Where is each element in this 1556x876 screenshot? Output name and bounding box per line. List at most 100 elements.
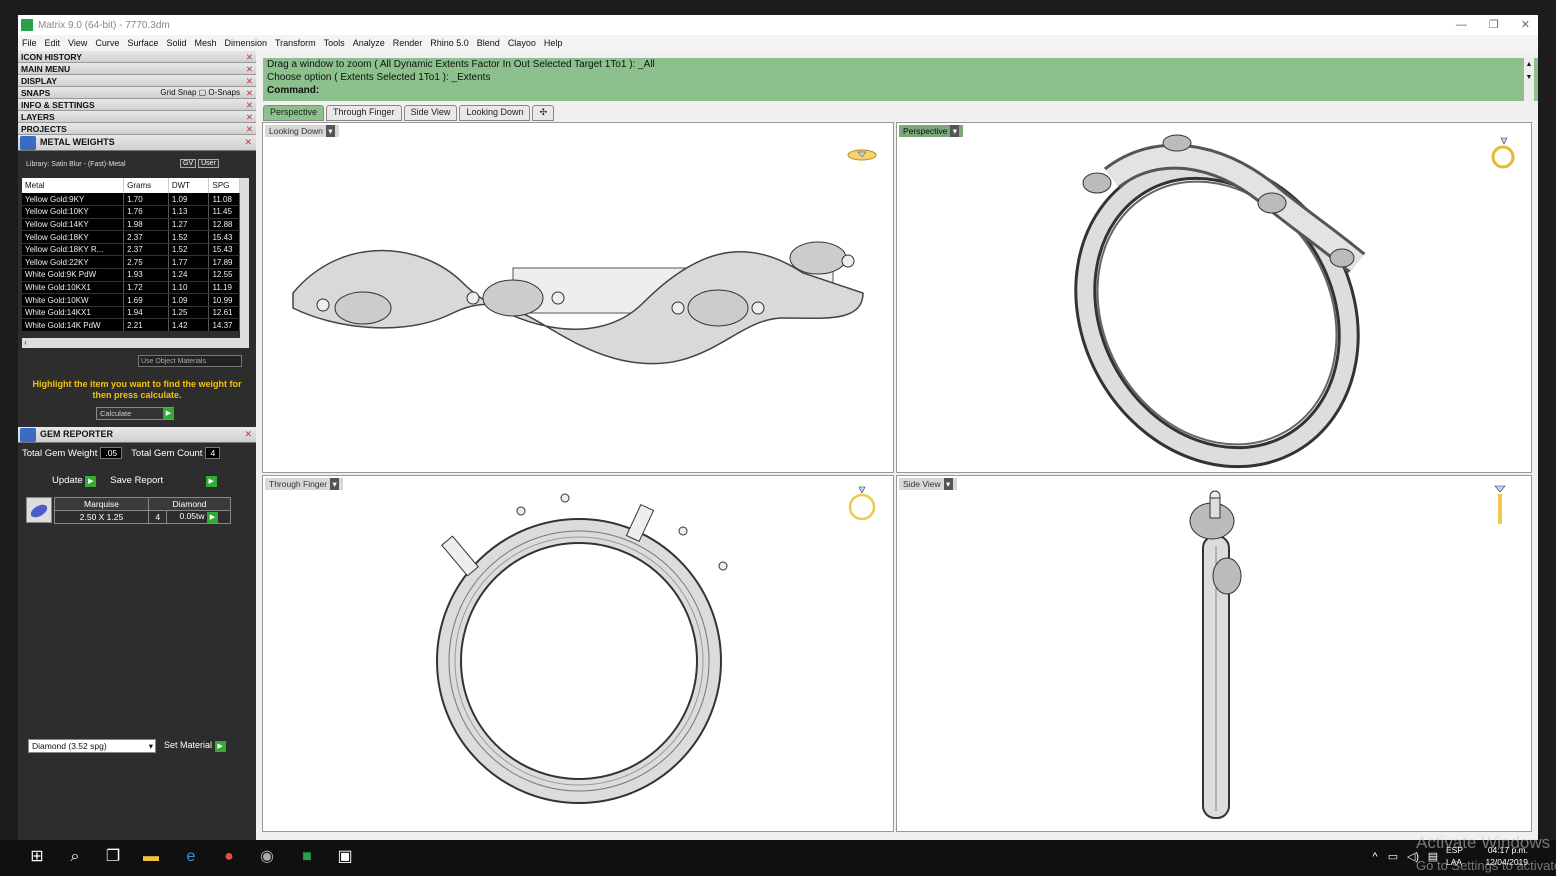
command-input[interactable]: Command: <box>267 84 1538 97</box>
menu-transform[interactable]: Transform <box>271 38 320 48</box>
total-gem-count-label: Total Gem Count <box>131 447 203 459</box>
nav-icon-history[interactable]: ICON HISTORY ✕ <box>18 51 256 63</box>
menu-analyze[interactable]: Analyze <box>349 38 389 48</box>
app-icon[interactable]: ◉ <box>256 846 278 868</box>
view-cube-icon[interactable] <box>847 147 877 163</box>
gem-row[interactable]: 2.50 X 1.25 4 0.05tw ▶ <box>54 510 231 524</box>
dropdown-icon[interactable]: ▾ <box>330 478 340 490</box>
menu-solid[interactable]: Solid <box>162 38 190 48</box>
search-icon[interactable]: ⌕ <box>64 846 86 868</box>
menu-rhino[interactable]: Rhino 5.0 <box>426 38 473 48</box>
set-material-button[interactable]: Set Material ▶ <box>164 740 226 752</box>
table-row[interactable]: White Gold:10KW 1.69 1.09 10.99 <box>22 293 240 307</box>
column-header[interactable]: SPG <box>208 178 240 193</box>
dropdown-icon[interactable]: ▾ <box>325 125 335 137</box>
nav-snaps[interactable]: SNAPS Grid Snap ▢ O-Snaps ✕ <box>18 87 256 99</box>
close-button[interactable]: ✕ <box>1521 15 1530 35</box>
close-icon[interactable]: ✕ <box>246 63 253 75</box>
viewport-label[interactable]: Looking Down ▾ <box>265 125 339 137</box>
close-icon[interactable]: ✕ <box>244 135 252 149</box>
menu-mesh[interactable]: Mesh <box>190 38 220 48</box>
menu-render[interactable]: Render <box>389 38 427 48</box>
table-row[interactable]: Yellow Gold:9KY 1.70 1.09 11.08 <box>22 193 240 207</box>
close-icon[interactable]: ✕ <box>246 75 253 87</box>
tab-perspective[interactable]: Perspective <box>263 105 325 121</box>
table-row[interactable]: Yellow Gold:22KY 2.75 1.77 17.89 <box>22 255 240 270</box>
close-icon[interactable]: ✕ <box>246 99 253 111</box>
network-icon[interactable]: ▭ <box>1382 846 1404 868</box>
nav-display[interactable]: DISPLAY ✕ <box>18 75 256 87</box>
view-cube-icon[interactable] <box>1493 484 1507 526</box>
nav-label: DISPLAY <box>21 76 58 86</box>
menu-dimension[interactable]: Dimension <box>220 38 271 48</box>
tab-add-icon[interactable]: ✣ <box>532 105 555 121</box>
menu-view[interactable]: View <box>64 38 91 48</box>
column-header[interactable]: Metal <box>22 178 125 193</box>
windows-start-icon[interactable]: ⊞ <box>26 846 48 868</box>
calculate-button[interactable]: Calculate ▶ <box>96 407 174 420</box>
table-cell: White Gold:10KX1 <box>22 281 125 295</box>
save-report-button[interactable]: Save Report ▶ <box>110 475 217 487</box>
minimize-button[interactable]: — <box>1456 15 1467 35</box>
update-button[interactable]: Update ▶ <box>52 475 97 487</box>
matrix-app-icon[interactable]: ■ <box>296 846 318 868</box>
table-row[interactable]: White Gold:10KX1 1.72 1.10 11.19 <box>22 281 240 295</box>
nav-info-settings[interactable]: INFO & SETTINGS ✕ <box>18 99 256 111</box>
material-select[interactable]: Diamond (3.52 spg) <box>28 739 156 753</box>
gv-button[interactable]: GV <box>180 159 197 168</box>
dropdown-icon[interactable]: ▾ <box>950 125 960 137</box>
menu-file[interactable]: File <box>18 38 41 48</box>
table-row[interactable]: White Gold:14K PdW 2.21 1.42 14.37 <box>22 318 240 333</box>
menu-help[interactable]: Help <box>540 38 567 48</box>
nav-layers[interactable]: LAYERS ✕ <box>18 111 256 123</box>
close-icon[interactable]: ✕ <box>246 51 253 63</box>
user-button[interactable]: User <box>198 159 219 168</box>
close-icon[interactable]: ✕ <box>244 427 252 441</box>
vertical-scrollbar[interactable] <box>240 178 249 338</box>
viewport-label[interactable]: Perspective ▾ <box>899 125 964 137</box>
viewport-label[interactable]: Through Finger ▾ <box>265 478 344 490</box>
view-cube-icon[interactable] <box>1491 133 1515 171</box>
tab-looking-down[interactable]: Looking Down <box>459 105 531 121</box>
table-row[interactable]: Yellow Gold:18KY R... 2.37 1.52 15.43 <box>22 243 240 257</box>
menu-surface[interactable]: Surface <box>123 38 162 48</box>
dropdown-icon[interactable]: ▾ <box>943 478 953 490</box>
table-row[interactable]: Yellow Gold:18KY 2.37 1.52 15.43 <box>22 230 240 244</box>
edge-icon[interactable]: e <box>180 846 202 868</box>
viewport-looking-down[interactable]: Looking Down ▾ <box>262 122 894 473</box>
horizontal-scrollbar[interactable]: ‹ <box>22 338 249 348</box>
snap-options[interactable]: Grid Snap ▢ O-Snaps <box>160 87 240 99</box>
viewport-side-view[interactable]: Side View ▾ <box>896 475 1532 832</box>
table-row[interactable]: Yellow Gold:14KY 1.98 1.27 12.88 <box>22 218 240 232</box>
menu-blend[interactable]: Blend <box>473 38 504 48</box>
menu-curve[interactable]: Curve <box>91 38 123 48</box>
task-view-icon[interactable]: ❐ <box>102 846 124 868</box>
table-row[interactable]: White Gold:9K PdW 1.93 1.24 12.55 <box>22 268 240 282</box>
viewport-through-finger[interactable]: Through Finger ▾ <box>262 475 894 832</box>
table-row[interactable]: White Gold:14KX1 1.94 1.25 12.61 <box>22 306 240 320</box>
close-icon[interactable]: ✕ <box>246 87 253 99</box>
chrome-icon[interactable]: ● <box>218 846 240 868</box>
close-icon[interactable]: ✕ <box>246 111 253 123</box>
table-row[interactable]: Yellow Gold:10KY 1.76 1.13 11.45 <box>22 205 240 219</box>
play-icon[interactable]: ▶ <box>206 512 218 523</box>
nav-main-menu[interactable]: MAIN MENU ✕ <box>18 63 256 75</box>
photos-icon[interactable]: ▣ <box>334 846 356 868</box>
close-icon[interactable]: ✕ <box>246 123 253 135</box>
file-explorer-icon[interactable]: ▬ <box>140 846 162 868</box>
menu-tools[interactable]: Tools <box>320 38 349 48</box>
tab-through-finger[interactable]: Through Finger <box>326 105 402 121</box>
view-cube-icon[interactable] <box>847 484 877 522</box>
menu-edit[interactable]: Edit <box>41 38 65 48</box>
menu-clayoo[interactable]: Clayoo <box>504 38 540 48</box>
column-header[interactable]: Grams <box>123 178 169 193</box>
column-header[interactable]: DWT <box>168 178 210 193</box>
viewport-perspective[interactable]: Perspective ▾ <box>896 122 1532 473</box>
command-scrollbar[interactable]: ▲ ▼ <box>1524 58 1534 101</box>
nav-projects[interactable]: PROJECTS ✕ <box>18 123 256 135</box>
viewport-label[interactable]: Side View ▾ <box>899 478 957 490</box>
total-gem-count-value: 4 <box>205 447 221 459</box>
tab-side-view[interactable]: Side View <box>403 105 458 121</box>
use-object-materials-toggle[interactable]: Use Object Materials <box>138 355 242 367</box>
restore-button[interactable]: ❐ <box>1489 15 1499 35</box>
